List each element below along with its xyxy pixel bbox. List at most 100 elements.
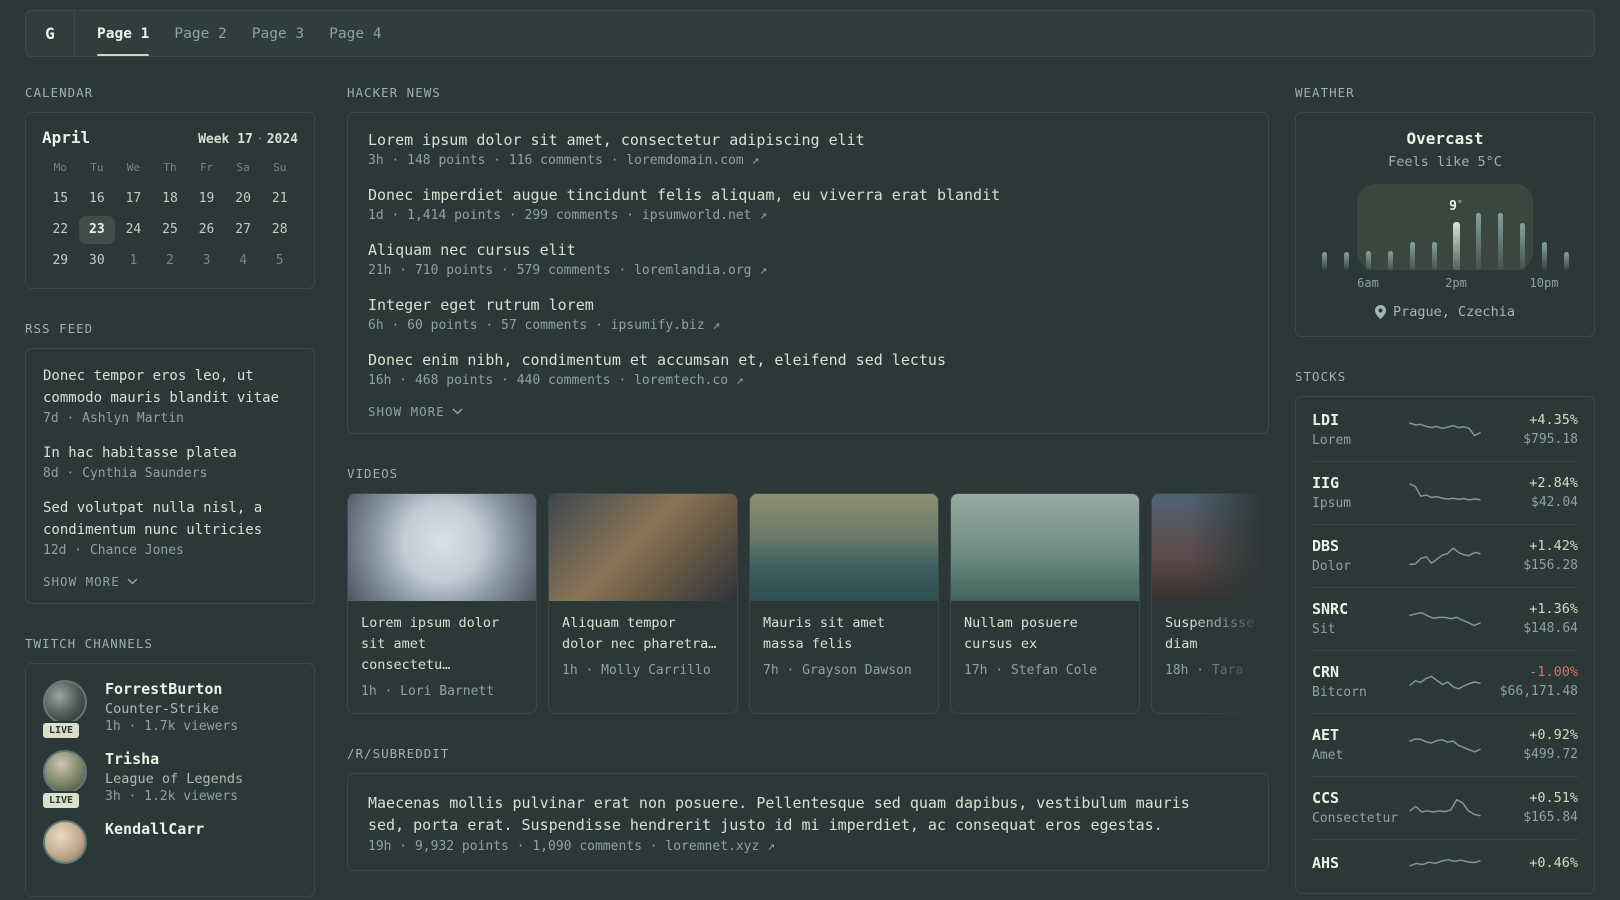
video-title[interactable]: Aliquam tempor dolor nec pharetra… (562, 613, 724, 655)
hn-item-title[interactable]: Lorem ipsum dolor sit amet, consectetur … (368, 129, 1248, 151)
calendar-day[interactable]: 22 (42, 216, 79, 244)
tab-page-1[interactable]: Page 1 (97, 11, 150, 56)
calendar-day[interactable]: 27 (225, 216, 262, 244)
hn-item-meta[interactable]: 3h · 148 points · 116 comments · loremdo… (368, 153, 1248, 168)
video-meta: 17h · Stefan Cole (964, 663, 1098, 678)
stock-change: +0.92% (1529, 727, 1578, 743)
weather-condition: Overcast (1406, 129, 1484, 148)
stock-row[interactable]: AET Amet +0.92% $499.72 (1312, 713, 1578, 776)
stock-price: $66,171.48 (1499, 684, 1578, 699)
calendar-day-selected[interactable]: 23 (78, 216, 116, 244)
weekday-header: Mo (53, 161, 67, 174)
channel-name[interactable]: Trisha (105, 750, 243, 768)
twitch-channel-row[interactable]: KendallCarr (43, 820, 297, 864)
rss-item-title[interactable]: Sed volutpat nulla nisl, a condimentum n… (43, 497, 297, 541)
video-title[interactable]: Lorem ipsum dolor sit amet consectetu… (361, 613, 523, 676)
calendar-day[interactable]: 25 (152, 216, 189, 244)
stock-row[interactable]: DBS Dolor +1.42% $156.28 (1312, 524, 1578, 587)
weather-bar (1365, 251, 1371, 270)
calendar-day-next-month[interactable]: 3 (188, 247, 225, 275)
channel-game[interactable]: League of Legends (105, 771, 243, 787)
stocks-widget: STOCKS LDI Lorem +4.35% $795.18 IIG Ipsu… (1295, 369, 1595, 894)
rss-item-meta: 7d · Ashlyn Martin (43, 411, 184, 426)
stock-row[interactable]: CRN Bitcorn -1.00% $66,171.48 (1312, 650, 1578, 713)
calendar-day[interactable]: 24 (115, 216, 152, 244)
twitch-channel-row[interactable]: LIVE Trisha League of Legends 3h · 1.2k … (41, 750, 297, 810)
calendar-day[interactable]: 19 (188, 185, 225, 213)
hn-item-title[interactable]: Integer eget rutrum lorem (368, 294, 1248, 316)
calendar-day[interactable]: 15 (42, 185, 79, 213)
twitch-channel-row[interactable]: LIVE ForrestBurton Counter-Strike 1h · 1… (41, 680, 297, 740)
video-card[interactable]: Mauris sit amet massa felis 7h · Grayson… (749, 493, 939, 714)
stock-name: Ipsum (1312, 496, 1352, 511)
tab-page-3[interactable]: Page 3 (252, 11, 304, 56)
dashboard-page: G Page 1 Page 2 Page 3 Page 4 CALENDAR A… (0, 0, 1620, 900)
app-logo[interactable]: G (26, 11, 75, 56)
hn-item-meta[interactable]: 6h · 60 points · 57 comments · ipsumify.… (368, 318, 1248, 333)
reddit-post-meta[interactable]: 19h · 9,932 points · 1,090 comments · lo… (368, 839, 1248, 854)
video-title[interactable]: Nullam posuere cursus ex (964, 613, 1126, 655)
stock-row[interactable]: CCS Consectetur +0.51% $165.84 (1312, 776, 1578, 839)
video-meta: 7h · Grayson Dawson (763, 663, 912, 678)
stock-row[interactable]: IIG Ipsum +2.84% $42.04 (1312, 461, 1578, 524)
calendar-day-next-month[interactable]: 1 (115, 247, 152, 275)
calendar-day[interactable]: 29 (42, 247, 79, 275)
calendar-day[interactable]: 30 (79, 247, 116, 275)
calendar-day[interactable]: 21 (261, 185, 298, 213)
hn-item-meta[interactable]: 16h · 468 points · 440 comments · loremt… (368, 373, 1248, 388)
video-thumbnail[interactable] (951, 494, 1139, 601)
hn-item-meta[interactable]: 1d · 1,414 points · 299 comments · ipsum… (368, 208, 1248, 223)
video-carousel: Lorem ipsum dolor sit amet consectetu… 1… (347, 493, 1269, 714)
rss-show-more-button[interactable]: SHOW MORE (43, 574, 297, 589)
hn-item-title[interactable]: Donec enim nibh, condimentum et accumsan… (368, 349, 1248, 371)
video-thumbnail[interactable] (1152, 494, 1269, 601)
stock-row[interactable]: AHS +0.46% (1312, 839, 1578, 891)
hn-show-more-button[interactable]: SHOW MORE (368, 404, 1248, 419)
rss-item-title[interactable]: In hac habitasse platea (43, 442, 297, 464)
calendar-day[interactable]: 18 (152, 185, 189, 213)
calendar-day[interactable]: 17 (115, 185, 152, 213)
calendar-day[interactable]: 16 (79, 185, 116, 213)
middle-column: HACKER NEWS Lorem ipsum dolor sit amet, … (347, 85, 1269, 900)
stock-price: $156.28 (1523, 558, 1578, 573)
channel-name[interactable]: KendallCarr (105, 820, 204, 838)
video-thumbnail[interactable] (348, 494, 536, 601)
top-navbar: G Page 1 Page 2 Page 3 Page 4 (25, 10, 1595, 57)
calendar-day[interactable]: 26 (188, 216, 225, 244)
reddit-post-title[interactable]: Maecenas mollis pulvinar erat non posuer… (368, 792, 1208, 836)
channel-game[interactable]: Counter-Strike (105, 701, 238, 717)
channel-name[interactable]: ForrestBurton (105, 680, 238, 698)
video-card[interactable]: Lorem ipsum dolor sit amet consectetu… 1… (347, 493, 537, 714)
hacker-news-widget-title: HACKER NEWS (347, 85, 441, 100)
stock-row[interactable]: LDI Lorem +4.35% $795.18 (1312, 399, 1578, 461)
rss-item-title[interactable]: Donec tempor eros leo, ut commodo mauris… (43, 365, 297, 409)
twitch-widget: TWITCH CHANNELS LIVE ForrestBurton Count… (25, 636, 315, 897)
video-card[interactable]: Aliquam tempor dolor nec pharetra… 1h · … (548, 493, 738, 714)
hn-item-title[interactable]: Aliquam nec cursus elit (368, 239, 1248, 261)
tab-page-4[interactable]: Page 4 (329, 11, 381, 56)
stock-price: $795.18 (1523, 432, 1578, 447)
calendar-day-next-month[interactable]: 2 (152, 247, 189, 275)
video-title[interactable]: Suspendisse diam (1165, 613, 1259, 655)
hn-item-title[interactable]: Donec imperdiet augue tincidunt felis al… (368, 184, 1248, 206)
stock-row[interactable]: SNRC Sit +1.36% $148.64 (1312, 587, 1578, 650)
hn-item-meta[interactable]: 21h · 710 points · 579 comments · loreml… (368, 263, 1248, 278)
video-card[interactable]: Suspendisse diam 18h · Tara (1151, 493, 1269, 714)
video-thumbnail[interactable] (549, 494, 737, 601)
video-meta: 1h · Molly Carrillo (562, 663, 711, 678)
calendar-day[interactable]: 28 (261, 216, 298, 244)
weather-bar (1519, 223, 1525, 270)
stock-sparkline (1409, 482, 1481, 501)
rss-item-meta: 8d · Cynthia Saunders (43, 466, 208, 481)
video-card[interactable]: Nullam posuere cursus ex 17h · Stefan Co… (950, 493, 1140, 714)
tab-page-2[interactable]: Page 2 (174, 11, 226, 56)
video-thumbnail[interactable] (750, 494, 938, 601)
calendar-day[interactable]: 20 (225, 185, 262, 213)
video-title[interactable]: Mauris sit amet massa felis (763, 613, 925, 655)
calendar-day-next-month[interactable]: 5 (261, 247, 298, 275)
videos-widget: VIDEOS Lorem ipsum dolor sit amet consec… (347, 466, 1269, 714)
stock-change: -1.00% (1529, 664, 1578, 680)
calendar-day-next-month[interactable]: 4 (225, 247, 262, 275)
stock-price: $499.72 (1523, 747, 1578, 762)
chevron-down-icon (452, 408, 463, 415)
